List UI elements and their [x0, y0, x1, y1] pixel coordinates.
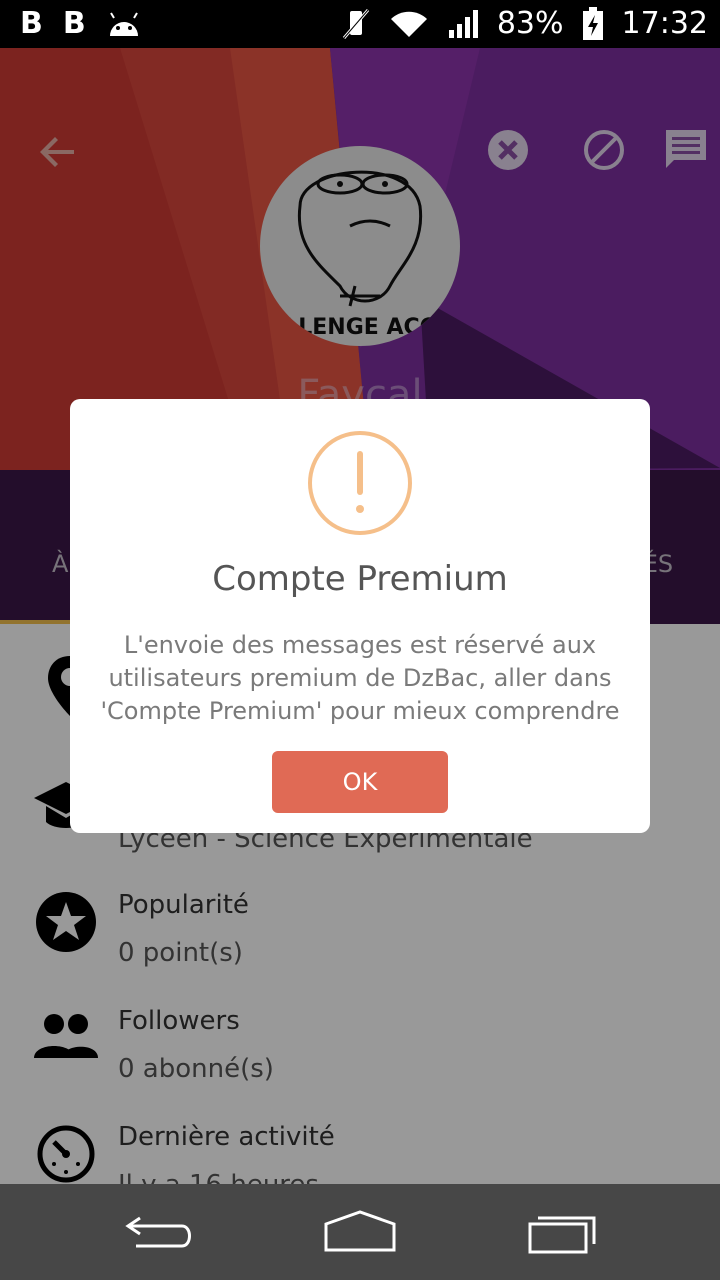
battery-charging-icon	[582, 7, 603, 40]
navbar-dim	[0, 1184, 720, 1280]
wifi-icon	[390, 11, 427, 37]
premium-dialog: Compte Premium L'envoie des messages est…	[70, 399, 650, 833]
vibrate-off-icon	[342, 9, 369, 39]
app-notification-icon: B	[20, 6, 43, 41]
signal-icon	[448, 10, 478, 38]
clock: 17:32	[621, 6, 708, 41]
warning-icon	[308, 431, 412, 535]
ok-button[interactable]: OK	[272, 751, 448, 813]
dialog-title: Compte Premium	[212, 559, 508, 599]
battery-percent: 83%	[496, 6, 564, 41]
app-notification-icon: B	[62, 6, 86, 41]
android-icon	[109, 12, 138, 36]
dialog-message: L'envoie des messages est réservé aux ut…	[100, 631, 620, 725]
status-bar: B B 83% 17:32	[0, 0, 720, 48]
